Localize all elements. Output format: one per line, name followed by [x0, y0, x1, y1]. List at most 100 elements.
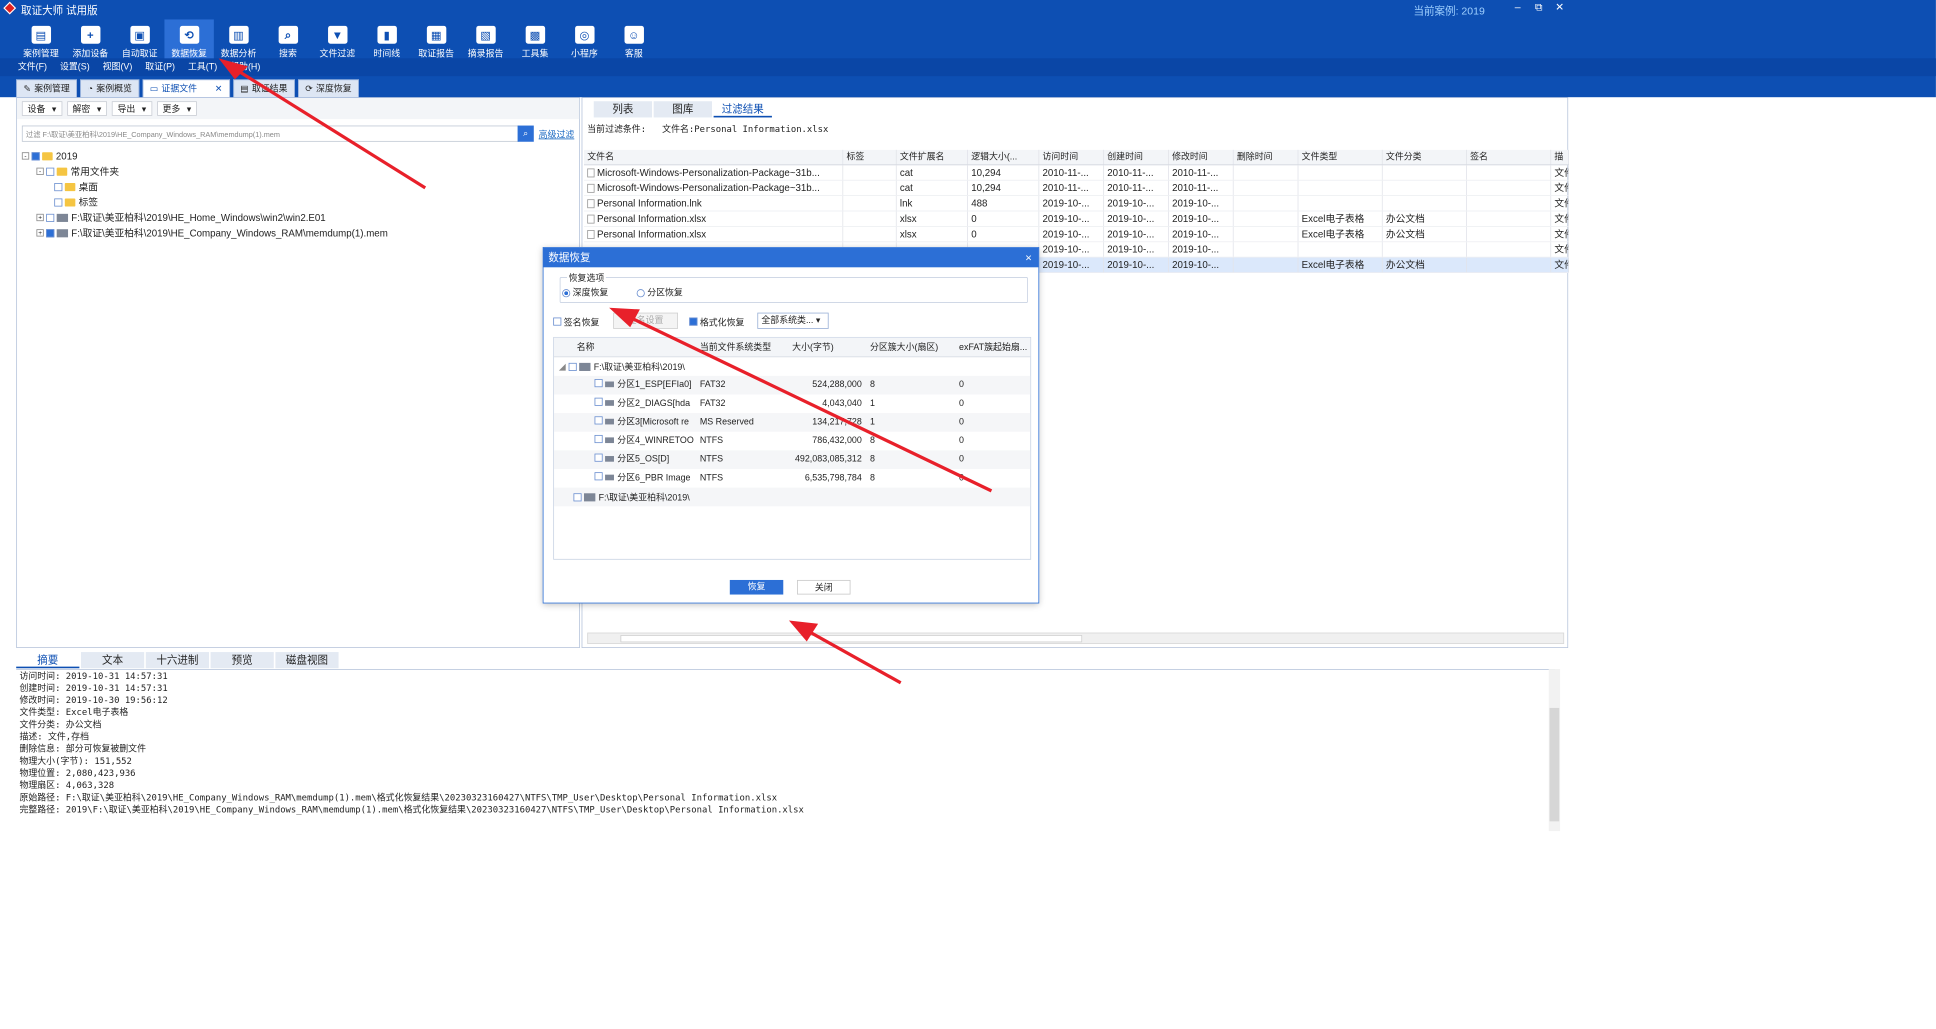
menu-help[interactable]: 帮助(H)	[230, 58, 260, 76]
toolbar-add-device[interactable]: + 添加设备	[66, 19, 115, 60]
signature-recovery-checkbox[interactable]: 签名恢复	[553, 316, 599, 329]
recover-button[interactable]: 恢复	[729, 579, 784, 595]
restore-button[interactable]: ⧉	[1535, 1, 1543, 14]
tree-node-desktop[interactable]: 桌面	[22, 179, 573, 194]
tree-node-tags[interactable]: 标签	[22, 194, 573, 209]
col-ext[interactable]: 文件扩展名	[897, 149, 968, 165]
export-dropdown[interactable]: 导出 ▾	[111, 101, 152, 116]
col-exfat-start[interactable]: exFAT簇起始扇...	[956, 338, 1031, 357]
checkbox[interactable]	[54, 198, 63, 207]
expand-icon[interactable]: +	[36, 213, 44, 222]
partition-row[interactable]: 分区1_ESP[EFIa0] FAT32 524,288,000 8 0	[554, 375, 1031, 395]
checkbox[interactable]	[568, 362, 577, 371]
dialog-close-icon[interactable]: ×	[1025, 248, 1032, 267]
col-name[interactable]: 名称	[554, 338, 697, 357]
checkbox[interactable]	[594, 379, 603, 388]
checkbox[interactable]	[46, 213, 55, 222]
col-modify[interactable]: 修改时间	[1169, 149, 1234, 165]
table-row[interactable]: Microsoft-Windows-Personalization-Packag…	[584, 180, 1569, 197]
checkbox[interactable]	[573, 492, 582, 501]
advanced-filter-link[interactable]: 高级过滤	[539, 128, 575, 141]
format-recovery-checkbox[interactable]: 格式化恢复	[689, 316, 744, 329]
close-tab-icon[interactable]: ✕	[215, 81, 222, 97]
tree-node-memdump[interactable]: + F:\取证\美亚柏科\2019\HE_Company_Windows_RAM\…	[22, 225, 573, 240]
toolbar-excerpt-report[interactable]: ▧ 摘录报告	[461, 19, 510, 60]
device-dropdown[interactable]: 设备 ▾	[21, 101, 62, 116]
toolbar-file-filter[interactable]: ▼ 文件过滤	[313, 19, 362, 60]
expand-icon[interactable]: +	[36, 229, 44, 237]
checkbox[interactable]	[594, 453, 603, 462]
toolbar-mini-program[interactable]: ◎ 小程序	[560, 19, 609, 60]
col-delete[interactable]: 删除时间	[1234, 149, 1299, 165]
col-signature[interactable]: 签名	[1467, 149, 1552, 165]
menu-forensics[interactable]: 取证(P)	[145, 58, 175, 76]
checkbox[interactable]	[31, 151, 40, 160]
tab-gallery[interactable]: 图库	[653, 101, 712, 118]
table-row[interactable]: Microsoft-Windows-Personalization-Packag…	[584, 165, 1569, 181]
collapse-icon[interactable]: -	[36, 167, 44, 175]
tab-text[interactable]: 文本	[81, 652, 145, 669]
close-window-button[interactable]: ✕	[1555, 1, 1564, 14]
checkbox[interactable]	[46, 167, 55, 176]
toolbar-support[interactable]: ☺ 客服	[609, 19, 658, 60]
table-row[interactable]: Personal Information.lnk lnk 488 2019-10-..…	[584, 196, 1569, 212]
partition-root-row[interactable]: ◢ F:\取证\美亚柏科\2019\	[554, 357, 1030, 376]
scroll-thumb[interactable]	[1549, 707, 1560, 822]
toolbar-data-recovery[interactable]: ⟲ 数据恢复	[164, 19, 214, 60]
filter-search-button[interactable]: ⌕	[517, 125, 534, 142]
tab-preview[interactable]: 预览	[210, 652, 274, 669]
tab-deep-recovery[interactable]: ⟳ 深度恢复	[298, 79, 359, 98]
col-access[interactable]: 访问时间	[1039, 149, 1105, 165]
deep-recovery-radio[interactable]: 深度恢复	[562, 286, 608, 299]
more-dropdown[interactable]: 更多 ▾	[156, 101, 197, 116]
horizontal-scrollbar[interactable]	[587, 632, 1565, 644]
tab-hex[interactable]: 十六进制	[145, 652, 209, 669]
tab-case-overview[interactable]: ◔ 案例概览	[80, 79, 140, 98]
tab-evidence-files[interactable]: ▭ 证据文件 ✕	[142, 79, 230, 98]
table-row[interactable]: Personal Information.xlsx xlsx 0 2019-10-..…	[584, 226, 1569, 243]
col-filename[interactable]: 文件名	[584, 149, 844, 165]
tab-summary[interactable]: 摘要	[16, 652, 80, 669]
minimize-button[interactable]: –	[1515, 1, 1521, 13]
partition-recovery-radio[interactable]: 分区恢复	[636, 286, 683, 299]
tree-node-2019[interactable]: -2019	[21, 148, 573, 163]
menu-file[interactable]: 文件(F)	[18, 58, 47, 76]
expand-triangle-icon[interactable]: ◢	[554, 361, 566, 372]
col-size-bytes[interactable]: 大小(字节)	[789, 338, 867, 357]
toolbar-timeline[interactable]: ▮ 时间线	[362, 19, 411, 60]
vertical-scrollbar[interactable]	[1548, 669, 1561, 832]
tab-case-manage[interactable]: ✎ 案例管理	[16, 79, 78, 98]
col-filetype[interactable]: 文件类型	[1298, 149, 1383, 165]
checkbox[interactable]	[594, 416, 603, 425]
tree-node-common-folders[interactable]: - 常用文件夹	[22, 164, 573, 179]
tab-forensics-results[interactable]: ▤ 取证结果	[232, 79, 295, 98]
toolbar-toolset[interactable]: ▩ 工具集	[510, 19, 559, 60]
toolbar-forensics-report[interactable]: ▦ 取证报告	[411, 19, 460, 60]
partition-row[interactable]: 分区2_DIAGS[hda FAT32 4,043,040 1 0	[554, 394, 1030, 413]
col-tag[interactable]: 标签	[843, 149, 897, 165]
decrypt-dropdown[interactable]: 解密 ▾	[66, 101, 107, 116]
col-create[interactable]: 创建时间	[1104, 149, 1169, 165]
tab-filter-results[interactable]: 过滤结果	[713, 101, 772, 118]
toolbar-case-manage[interactable]: ▤ 案例管理	[16, 19, 65, 60]
filesystem-select[interactable]: 全部系统类... ▾	[757, 312, 829, 329]
collapse-icon[interactable]: -	[21, 152, 30, 160]
checkbox[interactable]	[54, 182, 63, 191]
toolbar-search[interactable]: ⌕ 搜索	[263, 19, 312, 60]
toolbar-auto-forensics[interactable]: ▣ 自动取证	[115, 19, 164, 60]
menu-settings[interactable]: 设置(S)	[60, 58, 90, 76]
tab-disk-view[interactable]: 磁盘视图	[275, 652, 339, 669]
partition-row[interactable]: 分区3[Microsoft re MS Reserved 134,217,728 1 0	[554, 413, 1031, 432]
close-dialog-button[interactable]: 关闭	[797, 579, 851, 595]
checkbox[interactable]	[594, 472, 603, 481]
menu-view[interactable]: 视图(V)	[103, 58, 133, 76]
col-fs-type[interactable]: 当前文件系统类型	[697, 338, 789, 357]
partition-row[interactable]: 分区5_OS[D] NTFS 492,083,085,312 8 0	[554, 450, 1031, 469]
signature-settings-button[interactable]: 签名设置	[613, 312, 678, 329]
col-category[interactable]: 文件分类	[1383, 149, 1467, 165]
partition-row[interactable]: 分区6_PBR Image NTFS 6,535,798,784 8 0	[554, 469, 1030, 488]
col-size[interactable]: 逻辑大小(...	[968, 149, 1040, 165]
partition-root-row[interactable]: F:\取证\美亚柏科\2019\	[554, 487, 1031, 507]
menu-tools[interactable]: 工具(T)	[188, 58, 217, 76]
partition-row[interactable]: 分区4_WINRETOO NTFS 786,432,000 8 0	[554, 432, 1030, 451]
